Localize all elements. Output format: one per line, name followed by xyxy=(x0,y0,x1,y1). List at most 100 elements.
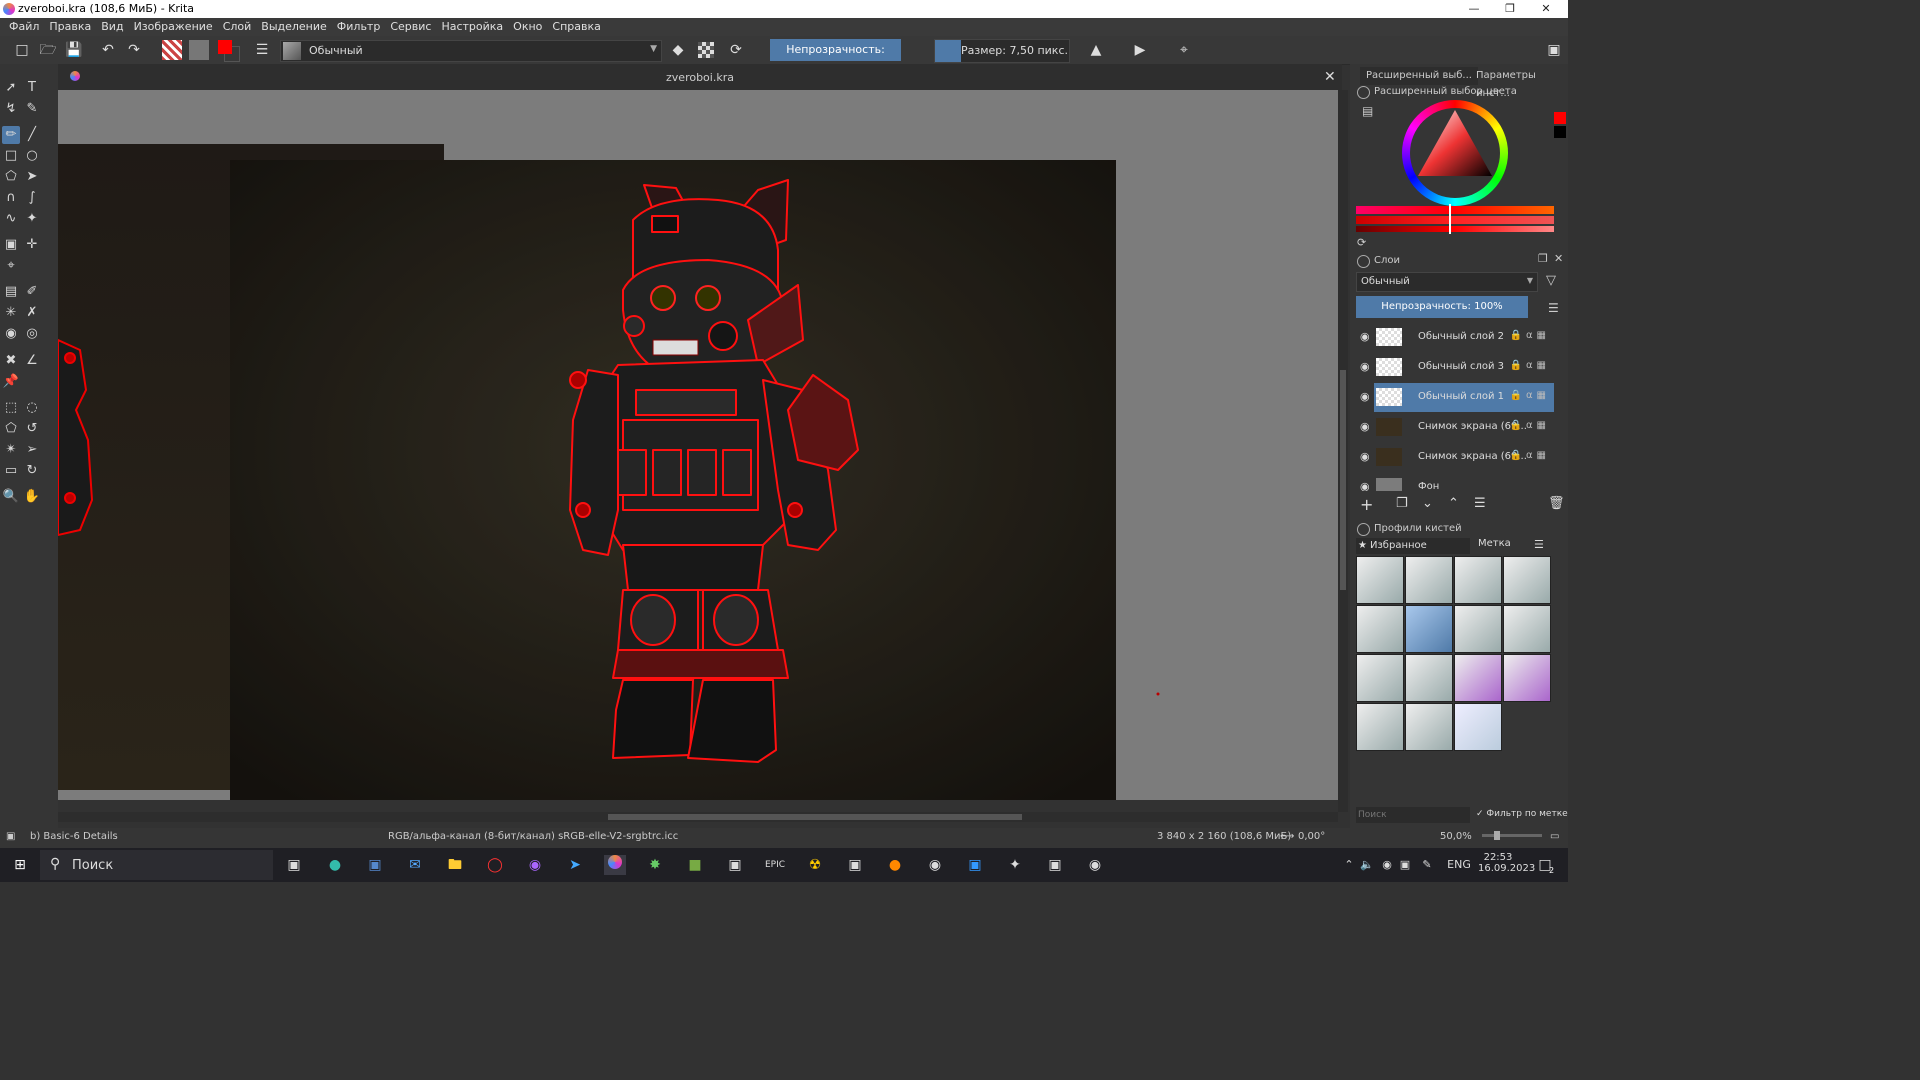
close-docker-icon[interactable]: ✕ xyxy=(1554,252,1563,265)
text-tool-icon[interactable]: T xyxy=(23,79,41,97)
value-slider[interactable] xyxy=(1356,226,1554,232)
preserve-alpha-icon[interactable] xyxy=(698,42,714,58)
freehand-path-tool-icon[interactable]: ∫ xyxy=(23,189,41,207)
vertical-scrollbar[interactable] xyxy=(1338,90,1348,812)
save-icon[interactable]: 💾 xyxy=(64,40,84,60)
polyline-tool-icon[interactable]: ➤ xyxy=(23,168,41,186)
color-triangle[interactable] xyxy=(1402,100,1508,206)
add-layer-icon[interactable]: + xyxy=(1360,495,1373,514)
app-icon[interactable]: ▣ xyxy=(844,855,866,875)
select-shapes-tool-icon[interactable]: ➚ xyxy=(2,79,20,97)
undo-icon[interactable]: ↶ xyxy=(98,40,118,60)
brush-preset-tile[interactable] xyxy=(1405,703,1453,751)
visibility-eye-icon[interactable]: ◉ xyxy=(1360,450,1370,463)
steam-icon[interactable]: ◉ xyxy=(924,855,946,875)
magnetic-selection-tool-icon[interactable]: ↻ xyxy=(23,462,41,480)
brush-preset-selector[interactable]: Обычный ▼ xyxy=(280,40,662,62)
elliptical-selection-tool-icon[interactable]: ◌ xyxy=(23,399,41,417)
assistant-tool-icon[interactable]: ✖ xyxy=(2,352,20,370)
menu-window[interactable]: Окно xyxy=(508,18,547,36)
color-picker-tool-icon[interactable]: ✐ xyxy=(23,283,41,301)
vertical-scroll-thumb[interactable] xyxy=(1340,370,1346,590)
app-icon[interactable]: ▣ xyxy=(1044,855,1066,875)
refresh-icon[interactable]: ⟳ xyxy=(1357,236,1366,249)
discord-icon[interactable]: ◉ xyxy=(524,855,546,875)
layer-lock-alpha-icons[interactable]: 🔒α▦ xyxy=(1510,450,1551,461)
move-tool-icon[interactable]: ✛ xyxy=(23,236,41,254)
wrap-around-icon[interactable]: ⌖ xyxy=(1174,40,1194,60)
pattern-selector-icon[interactable] xyxy=(189,40,209,60)
tag-button[interactable]: Метка xyxy=(1478,538,1511,549)
speaker-icon[interactable]: 🔈 xyxy=(1356,855,1378,875)
menu-select[interactable]: Выделение xyxy=(256,18,332,36)
bezier-selection-tool-icon[interactable]: ▭ xyxy=(2,462,20,480)
similar-color-selection-tool-icon[interactable]: ➢ xyxy=(23,441,41,459)
move-layer-up-icon[interactable]: ⌃ xyxy=(1448,496,1459,511)
brush-preset-tile[interactable] xyxy=(1356,556,1404,604)
visibility-eye-icon[interactable]: ◉ xyxy=(1360,330,1370,343)
layer-opacity-slider[interactable]: Непрозрачность: 100% xyxy=(1356,296,1528,318)
visibility-eye-icon[interactable]: ◉ xyxy=(1360,480,1370,491)
store-icon[interactable]: ▣ xyxy=(364,855,386,875)
layer-lock-alpha-icons[interactable]: 🔒α▦ xyxy=(1510,390,1551,401)
rotation-icon[interactable]: ⟷ xyxy=(1280,831,1294,842)
brush-preset-tile[interactable] xyxy=(1503,654,1551,702)
menu-file[interactable]: Файл xyxy=(4,18,44,36)
menu-image[interactable]: Изображение xyxy=(129,18,218,36)
brush-preset-tile[interactable] xyxy=(1454,654,1502,702)
freehand-selection-tool-icon[interactable]: ↺ xyxy=(23,420,41,438)
dynamic-brush-tool-icon[interactable]: ∿ xyxy=(2,210,20,228)
menu-layer[interactable]: Слой xyxy=(218,18,257,36)
layer-row[interactable]: ◉ Снимок экрана (69... 🔒α▦ xyxy=(1356,413,1554,442)
minecraft-icon[interactable]: ■ xyxy=(684,855,706,875)
float-docker-icon[interactable]: ❐ xyxy=(1538,252,1548,265)
menu-help[interactable]: Справка xyxy=(547,18,605,36)
zoom-tool-icon[interactable]: 🔍 xyxy=(2,488,20,506)
bezier-tool-icon[interactable]: ∩ xyxy=(2,189,20,207)
crop-tool-icon[interactable]: ⌖ xyxy=(2,257,20,275)
brush-settings-icon[interactable]: ☰ xyxy=(252,40,272,60)
visibility-eye-icon[interactable]: ◉ xyxy=(1360,420,1370,433)
duplicate-layer-icon[interactable]: ❐ xyxy=(1396,496,1408,511)
brush-preset-tile[interactable] xyxy=(1356,654,1404,702)
edit-shapes-tool-icon[interactable]: ↯ xyxy=(2,100,20,118)
measure-tool-icon[interactable]: ∠ xyxy=(23,352,41,370)
rectangular-selection-tool-icon[interactable]: ⬚ xyxy=(2,399,20,417)
menu-settings[interactable]: Настройка xyxy=(436,18,508,36)
open-document-icon[interactable]: 🗁 xyxy=(38,40,58,60)
close-button[interactable]: ✕ xyxy=(1528,0,1564,18)
foreground-color-swatch[interactable] xyxy=(218,40,232,54)
close-document-icon[interactable]: ✕ xyxy=(1324,69,1336,85)
blend-mode-select[interactable]: Обычный ▼ xyxy=(1356,272,1538,292)
colorize-mask-tool-icon[interactable]: ✳ xyxy=(2,304,20,322)
reload-preset-icon[interactable]: ⟳ xyxy=(726,40,746,60)
epic-games-icon[interactable]: EPIC xyxy=(764,855,786,875)
layer-lock-alpha-icons[interactable]: 🔒α▦ xyxy=(1510,330,1551,341)
enclose-fill-tool-icon[interactable]: ◎ xyxy=(23,325,41,343)
minimize-button[interactable]: — xyxy=(1456,0,1492,18)
brush-preset-tile[interactable] xyxy=(1454,703,1502,751)
rotation-value[interactable]: 0,00° xyxy=(1298,831,1325,842)
transform-tool-icon[interactable]: ▣ xyxy=(2,236,20,254)
restore-button[interactable]: ❐ xyxy=(1492,0,1528,18)
zoom-fit-icon[interactable]: ▭ xyxy=(1550,831,1559,842)
brush-preset-tile-selected[interactable] xyxy=(1405,605,1453,653)
clock[interactable]: 22:53 16.09.2023 xyxy=(1478,852,1535,874)
app-icon[interactable]: ✸ xyxy=(644,855,666,875)
move-layer-down-icon[interactable]: ⌄ xyxy=(1422,496,1433,511)
mirror-horizontal-icon[interactable]: ▲ xyxy=(1086,40,1106,60)
layer-row-selected[interactable]: Обычный слой 1 🔒α▦ xyxy=(1374,383,1554,412)
multibrush-tool-icon[interactable]: ✦ xyxy=(23,210,41,228)
edge-icon[interactable]: ● xyxy=(324,855,346,875)
brush-view-menu-icon[interactable]: ☰ xyxy=(1534,538,1544,551)
mirror-vertical-icon[interactable]: ▶ xyxy=(1130,40,1150,60)
language-indicator[interactable]: ENG xyxy=(1446,855,1472,875)
explorer-icon[interactable]: 🖿 xyxy=(444,855,466,875)
polygonal-selection-tool-icon[interactable]: ⬠ xyxy=(2,420,20,438)
steam-icon[interactable]: ◉ xyxy=(1084,855,1106,875)
brush-preset-tile[interactable] xyxy=(1405,556,1453,604)
fill-tool-icon[interactable]: ◉ xyxy=(2,325,20,343)
pen-icon[interactable]: ✎ xyxy=(1416,855,1438,875)
gradient-tool-icon[interactable]: ▤ xyxy=(2,283,20,301)
menu-edit[interactable]: Правка xyxy=(44,18,96,36)
